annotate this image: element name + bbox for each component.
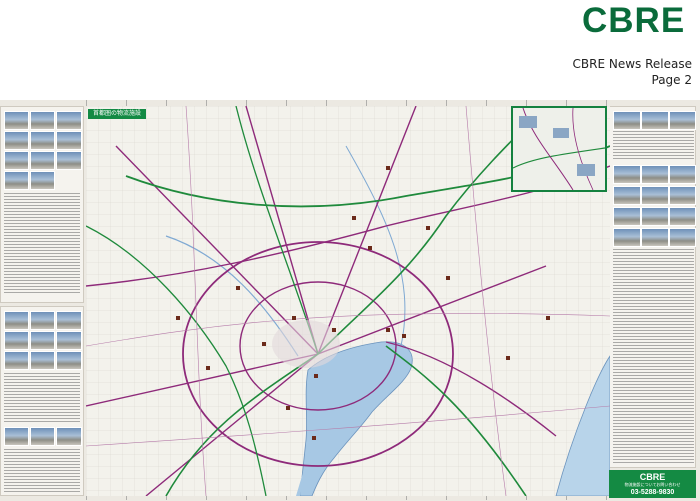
facility-photo [641,111,669,130]
facility-photo [30,171,55,190]
facility-photo [4,427,29,446]
page-number: Page 2 [651,73,693,87]
facility-photo [613,186,641,205]
facility-photo [30,351,55,370]
facility-photo [30,427,55,446]
left-facility-panel-bottom [0,306,84,496]
release-title: CBRE News Release [572,57,692,71]
facility-photo [30,151,55,170]
facility-photo [613,207,641,226]
facility-photo [641,165,669,184]
facility-photo [56,151,82,170]
facility-photo [56,331,82,350]
contact-box: CBRE 物流施設についてお問い合わせ 03-5288-9830 [609,470,696,498]
facility-photo [641,186,669,205]
cbre-logo: CBRE [582,1,686,40]
facility-list [4,373,80,423]
facility-photo [613,228,641,247]
contact-phone: 03-5288-9830 [630,489,675,496]
facility-photo [641,228,669,247]
facility-photo [669,228,696,247]
facility-photo [56,311,82,330]
inset-map [511,106,607,192]
facility-photo [30,131,55,150]
facility-photo [641,207,669,226]
facility-photo [56,427,82,446]
facility-photo [56,351,82,370]
right-facility-panel [609,106,696,468]
contact-brand: CBRE [639,472,666,482]
facility-photo [613,111,641,130]
facility-list [613,131,694,161]
inset-map-graphic [513,108,605,190]
facility-photo [4,131,29,150]
facility-photo [56,131,82,150]
facility-photo [30,331,55,350]
facility-photo [4,171,29,190]
facility-photo [4,311,29,330]
facility-list [4,449,80,493]
facility-photo [4,331,29,350]
facility-photo [30,311,55,330]
facility-list [613,249,694,463]
facility-photo [56,111,82,130]
facility-photo [4,351,29,370]
facility-photo [669,111,696,130]
map-title: 首都圏の物流施設 [88,109,147,119]
facility-photo [30,111,55,130]
facility-photo [4,151,29,170]
facility-photo [4,111,29,130]
release-header: CBRE News Release Page 2 [573,56,692,88]
facility-photo [613,165,641,184]
facility-list [4,193,80,293]
left-facility-panel-top [0,106,84,303]
facility-photo [669,186,696,205]
facility-photo [669,165,696,184]
facility-photo [669,207,696,226]
